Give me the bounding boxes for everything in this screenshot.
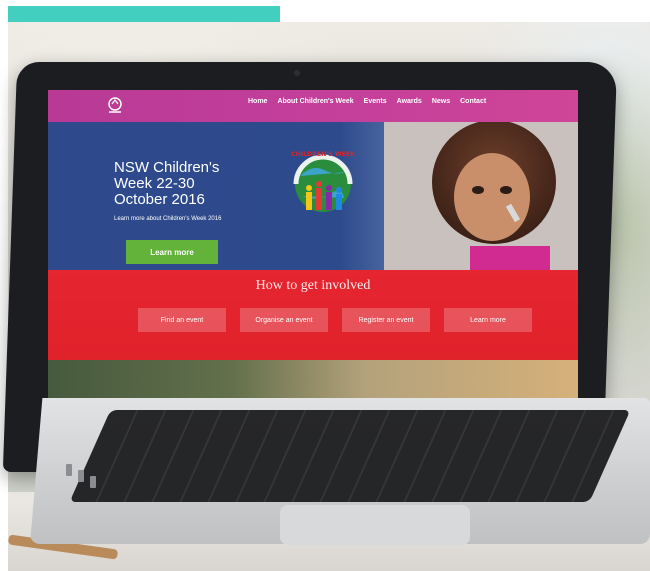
learn-more-button[interactable]: Learn more	[444, 308, 532, 332]
hero-title: NSW Children's Week 22-30 October 2016	[114, 159, 220, 208]
involved-actions: Find an event Organise an event Register…	[138, 308, 532, 332]
nav-home[interactable]: Home	[248, 98, 267, 105]
nav-awards[interactable]: Awards	[397, 98, 422, 105]
childrens-week-globe-logo-icon: CHILDREN'S WEEK	[291, 151, 355, 212]
how-to-get-involved: How to get involved Find an event Organi…	[48, 270, 578, 360]
site-navbar: Home About Children's Week Events Awards…	[48, 90, 578, 122]
usb-port-icon	[66, 464, 72, 476]
usb-port-icon	[78, 470, 84, 482]
nav-about[interactable]: About Children's Week	[277, 98, 353, 105]
hero-learn-more-button[interactable]: Learn more	[126, 240, 218, 264]
keyboard	[69, 410, 631, 502]
nav-events[interactable]: Events	[364, 98, 387, 105]
hero-subtitle: Learn more about Children's Week 2016	[114, 216, 222, 222]
child-photo	[384, 122, 578, 270]
webcam-icon	[294, 70, 300, 76]
usb-port-icon	[90, 476, 96, 488]
hero-section: NSW Children's Week 22-30 October 2016 L…	[48, 122, 578, 270]
nav-contact[interactable]: Contact	[460, 98, 486, 105]
trackpad	[280, 505, 470, 545]
involved-title: How to get involved	[255, 278, 371, 293]
website-screen: Home About Children's Week Events Awards…	[48, 90, 578, 420]
register-event-button[interactable]: Register an event	[342, 308, 430, 332]
accent-bar	[8, 6, 280, 22]
organise-event-button[interactable]: Organise an event	[240, 308, 328, 332]
find-event-button[interactable]: Find an event	[138, 308, 226, 332]
site-logo-icon[interactable]	[104, 96, 126, 116]
nav-links: Home About Children's Week Events Awards…	[248, 98, 486, 105]
nav-news[interactable]: News	[432, 98, 450, 105]
logo-text: CHILDREN'S WEEK	[291, 151, 355, 158]
